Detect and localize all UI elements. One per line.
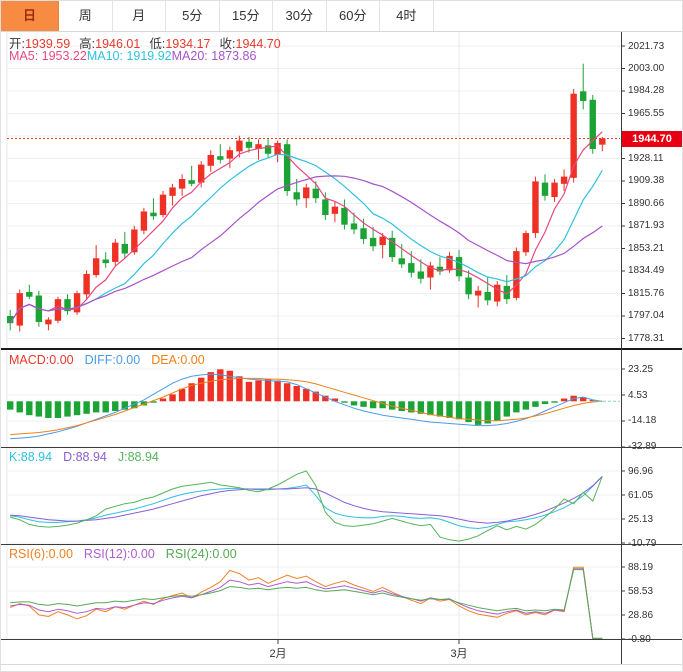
timeframe-tabs: 日周月 5分 15分 30分 60分 4时 <box>1 1 682 32</box>
price-chart-canvas[interactable] <box>1 1 683 672</box>
tab-日[interactable]: 日 <box>1 1 59 31</box>
tab-月[interactable]: 月 <box>112 1 166 31</box>
tab-5分[interactable]: 5分 <box>166 1 220 31</box>
tab-周[interactable]: 周 <box>59 1 113 31</box>
tab-30分[interactable]: 30分 <box>273 1 327 31</box>
tab-60分[interactable]: 60分 <box>326 1 380 31</box>
trading-chart-app: 日周月 5分 15分 30分 60分 4时 开:1939.59 高:1946.01 低:193… <box>0 0 683 672</box>
tab-4时[interactable]: 4时 <box>380 1 434 31</box>
tab-15分[interactable]: 15分 <box>219 1 273 31</box>
current-price-badge: 1944.70 <box>622 131 682 147</box>
